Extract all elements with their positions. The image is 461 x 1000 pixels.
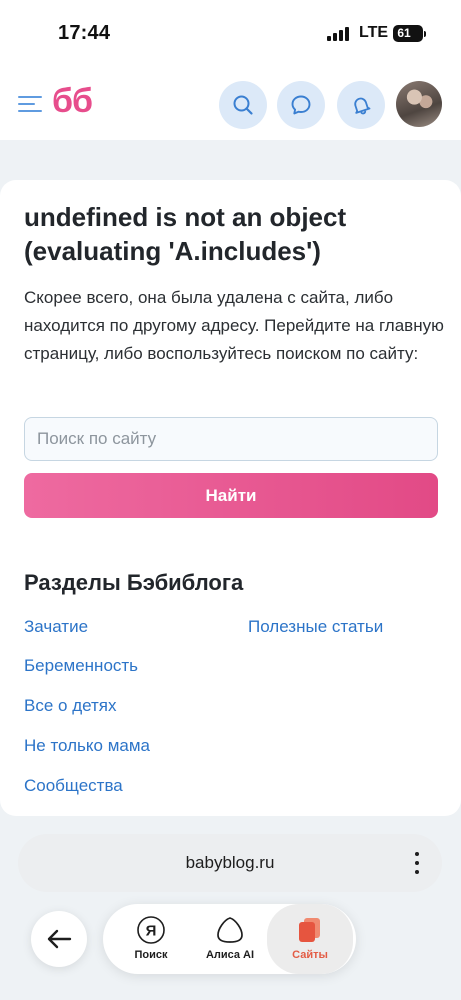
section-link-useful-articles[interactable]: Полезные статьи: [248, 617, 383, 637]
error-card: undefined is not an object (evaluating '…: [0, 180, 461, 816]
signal-icon: [327, 27, 351, 41]
status-time: 17:44: [58, 22, 111, 44]
tab-search[interactable]: Я Поиск: [119, 904, 183, 974]
address-url[interactable]: babyblog.ru: [18, 853, 442, 873]
section-link-conception[interactable]: Зачатие: [24, 617, 88, 637]
yandex-icon: Я: [137, 916, 165, 944]
battery-level: 61: [397, 26, 411, 40]
avatar[interactable]: [396, 81, 442, 127]
section-link-pregnancy[interactable]: Беременность: [24, 656, 138, 676]
bell-icon: [354, 97, 371, 115]
search-button-header[interactable]: [219, 81, 267, 129]
error-title: undefined is not an object (evaluating '…: [24, 202, 347, 266]
sections-title: Разделы Бэбиблога: [24, 570, 244, 595]
menu-icon[interactable]: [18, 94, 42, 114]
site-header: бб: [0, 68, 461, 140]
error-description: Скорее всего, она была удалена с сайта, …: [24, 288, 444, 363]
tab-label: Поиск: [134, 949, 168, 961]
site-logo[interactable]: бб: [52, 82, 93, 121]
battery-tip: [424, 31, 426, 37]
notifications-button[interactable]: [337, 81, 385, 129]
back-button[interactable]: [31, 911, 87, 967]
messages-button[interactable]: [277, 81, 325, 129]
tab-label: Алиса AI: [205, 949, 255, 961]
section-link-communities[interactable]: Сообщества: [24, 776, 123, 796]
site-search-input[interactable]: [24, 417, 438, 461]
sites-icon: [299, 918, 320, 942]
alice-icon: [217, 917, 243, 943]
section-link-not-only-mom[interactable]: Не только мама: [24, 736, 150, 756]
status-bar: 17:44 LTE 61: [0, 0, 461, 68]
section-link-about-children[interactable]: Все о детях: [24, 696, 117, 716]
svg-text:Я: Я: [146, 923, 157, 940]
more-options-icon[interactable]: [414, 852, 420, 874]
search-icon: [233, 95, 253, 115]
search-submit-button[interactable]: Найти: [24, 473, 438, 518]
network-type: LTE: [359, 24, 389, 41]
back-arrow-icon: [47, 929, 72, 949]
tab-sites[interactable]: Сайты: [267, 904, 353, 974]
screen: 17:44 LTE 61 бб undefined is not an obje…: [0, 0, 461, 1000]
browser-address-bar[interactable]: babyblog.ru: [18, 834, 442, 892]
battery-icon: 61: [393, 25, 423, 42]
tab-alice[interactable]: Алиса AI: [193, 904, 267, 974]
tab-label: Сайты: [292, 949, 328, 961]
browser-tab-bar: Я Поиск Алиса AI Сайты: [103, 904, 356, 974]
chat-icon: [291, 95, 311, 115]
